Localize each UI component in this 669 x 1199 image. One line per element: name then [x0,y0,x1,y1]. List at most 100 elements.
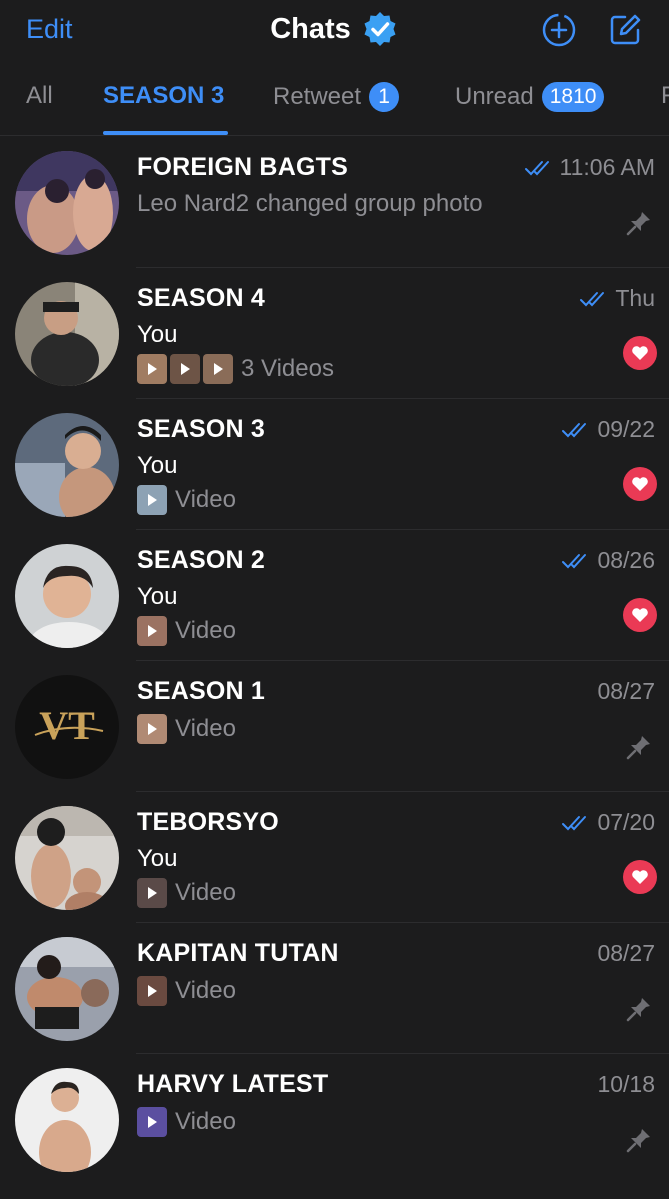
play-icon [213,363,223,375]
video-thumbnail [137,976,167,1006]
tab-retweet[interactable]: Retweet 1 [273,82,400,112]
chat-meta: 08/26 [561,547,655,574]
play-icon [180,363,190,375]
media-label: 3 Videos [241,355,334,382]
tab-label: Retweet [273,83,362,110]
media-label: Video [175,486,236,513]
chat-time: 09/22 [597,416,655,442]
media-label: Video [175,879,236,906]
chat-list: FOREIGN BAGTS 11:06 AM Leo Nard2 changed… [0,137,669,1185]
avatar [15,1068,119,1172]
double-check-icon [561,814,591,832]
compose-icon[interactable] [607,12,643,48]
folder-tabs: All SEASON 3 Retweet 1 Unread 1810 F [0,62,669,136]
avatar [15,544,119,648]
play-icon [147,625,157,637]
chat-row[interactable]: FOREIGN BAGTS 11:06 AM Leo Nard2 changed… [0,137,669,268]
chat-row[interactable]: TEBORSYO 07/20 You Video [0,792,669,923]
double-check-icon [561,421,591,439]
media-label: Video [175,977,236,1004]
chat-meta: 08/27 [597,678,655,705]
pin-icon [625,209,653,237]
play-icon [147,363,157,375]
chat-meta: 08/27 [597,940,655,967]
avatar [15,282,119,386]
active-tab-indicator [103,131,228,135]
avatar [15,413,119,517]
chat-time: 08/27 [597,678,655,704]
chat-meta: 07/20 [561,809,655,836]
unread-badge: 1 [369,82,400,112]
video-thumbnails [137,354,233,384]
chat-name: KAPITAN TUTAN [137,939,339,967]
chat-meta: 11:06 AM [524,154,655,181]
chat-row[interactable]: SEASON 2 08/26 You Video [0,530,669,661]
media-preview: Video [137,616,236,646]
play-icon [147,985,157,997]
chat-meta: 09/22 [561,416,655,443]
play-icon [147,1116,157,1128]
heart-reaction-icon [623,336,657,370]
video-thumbnail [170,354,200,384]
chat-name: SEASON 1 [137,677,266,705]
pin-icon [625,733,653,761]
heart-reaction-icon [623,598,657,632]
chat-sender: You [137,452,178,479]
page-title: Chats [270,12,351,45]
tab-label: All [26,82,53,109]
heart-reaction-icon [623,467,657,501]
avatar-logo: VT [39,703,95,748]
avatar: VT [15,675,119,779]
video-thumbnail [203,354,233,384]
tab-label: F [661,82,669,109]
tab-label: Unread [455,83,534,110]
nav-header: Edit Chats [0,0,669,62]
tab-all[interactable]: All [26,82,53,110]
avatar [15,806,119,910]
chat-row[interactable]: KAPITAN TUTAN 08/27 Video [0,923,669,1054]
pin-icon [625,1126,653,1154]
video-thumbnail [137,1107,167,1137]
double-check-icon [524,159,554,177]
avatar [15,151,119,255]
chat-row[interactable]: SEASON 4 Thu You 3 Videos [0,268,669,399]
chat-name: SEASON 2 [137,546,266,574]
chat-name: SEASON 3 [137,415,266,443]
chat-name: SEASON 4 [137,284,266,312]
chat-meta: 10/18 [597,1071,655,1098]
chat-row[interactable]: VT SEASON 1 08/27 Video [0,661,669,792]
double-check-icon [579,290,609,308]
chat-meta: Thu [579,285,655,312]
media-preview: Video [137,976,236,1006]
media-preview: Video [137,714,236,744]
tab-f[interactable]: F [661,82,669,110]
media-preview: 3 Videos [137,354,334,384]
avatar [15,937,119,1041]
play-icon [147,723,157,735]
media-label: Video [175,715,236,742]
tab-unread[interactable]: Unread 1810 [455,82,605,112]
chat-name: TEBORSYO [137,808,279,836]
tab-season-3[interactable]: SEASON 3 [103,82,224,110]
video-thumbnail [137,878,167,908]
chat-name: FOREIGN BAGTS [137,153,348,181]
chat-time: 07/20 [597,809,655,835]
chat-sender: You [137,845,178,872]
play-icon [147,887,157,899]
play-icon [147,494,157,506]
unread-badge: 1810 [541,82,605,112]
chat-time: 10/18 [597,1071,655,1097]
chat-time: 11:06 AM [559,154,655,180]
chat-preview: Leo Nard2 changed group photo [137,190,483,217]
video-thumbnail [137,354,167,384]
chat-row[interactable]: SEASON 3 09/22 You Video [0,399,669,530]
chat-time: 08/27 [597,940,655,966]
tab-label: SEASON 3 [103,82,225,109]
chat-row[interactable]: HARVY LATEST 10/18 Video [0,1054,669,1185]
new-story-icon[interactable] [541,12,577,48]
chat-sender: You [137,583,178,610]
double-check-icon [561,552,591,570]
media-label: Video [175,617,236,644]
chat-time: Thu [615,285,655,311]
pin-icon [625,995,653,1023]
